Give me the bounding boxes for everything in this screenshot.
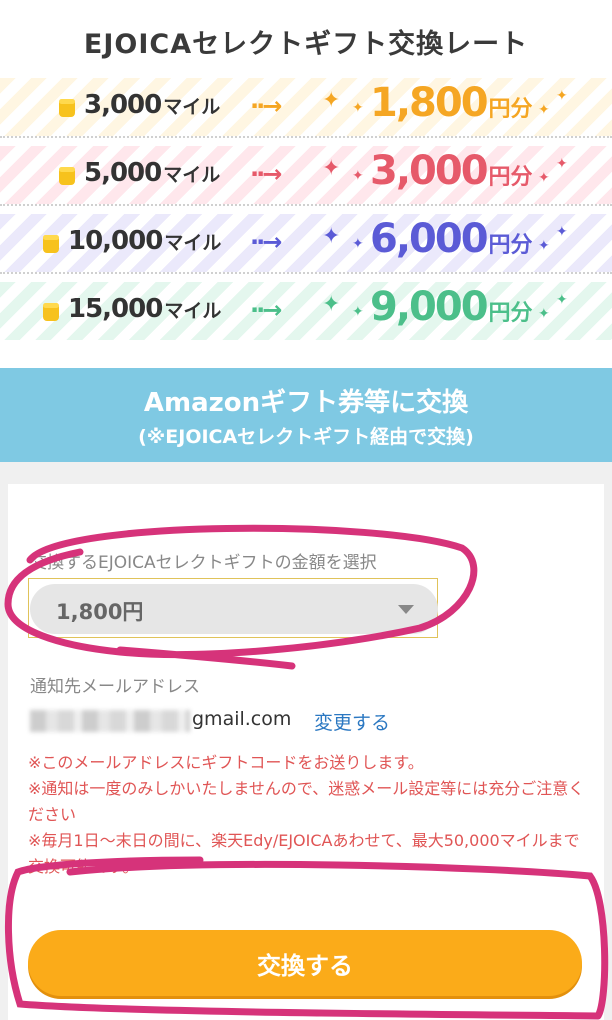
amount-select-value: 1,800円 xyxy=(56,600,144,624)
sparkle-icon: ✦ xyxy=(538,170,550,186)
sparkle-icon: ✦ xyxy=(538,238,550,254)
sparkle-icon: ✦ xyxy=(322,224,341,249)
sparkle-icon: ✦ xyxy=(538,102,550,118)
note-text: ※毎月1日〜末日の間に、楽天Edy/EJOICAあわせて、最大50,000マイル… xyxy=(28,831,580,876)
note-text: ※このメールアドレスにギフトコードをお送りします。 xyxy=(28,753,424,772)
yen-amount: 3,000円分 xyxy=(370,148,533,194)
amazon-exchange-banner: Amazonギフト券等に交換 (※EJOICAセレクトギフト経由で交換) xyxy=(0,368,612,462)
change-email-link[interactable]: 変更する xyxy=(314,708,390,735)
arrow-right-icon: ··→ xyxy=(250,92,282,120)
amazon-title: Amazonギフト券等に交換 xyxy=(143,388,469,418)
exchange-form-card: 交換するEJOICAセレクトギフトの金額を選択 1,800円 通知先メールアドレ… xyxy=(8,484,604,1020)
sparkle-icon: ✦ xyxy=(352,168,364,184)
arrow-right-icon: ··→ xyxy=(250,160,282,188)
rate-section: EJOICAセレクトギフト交換レート 3,000 マイル ··→ ✦ ✦ 1,80… xyxy=(0,0,612,368)
chevron-down-icon xyxy=(398,605,414,614)
rate-row: 15,000 マイル ··→ ✦ ✦ 9,000円分 ✦ ✦ xyxy=(0,282,612,340)
sparkle-icon: ✦ xyxy=(556,224,568,240)
coin-icon xyxy=(59,99,75,117)
sparkle-icon: ✦ xyxy=(352,304,364,320)
rate-row: 3,000 マイル ··→ ✦ ✦ 1,800円分 ✦ ✦ xyxy=(0,78,612,138)
sparkle-icon: ✦ xyxy=(322,292,341,317)
yen-amount: 6,000円分 xyxy=(370,216,533,262)
notify-email-label: 通知先メールアドレス xyxy=(30,677,200,697)
rate-title: EJOICAセレクトギフト交換レート xyxy=(83,29,529,60)
sparkle-icon: ✦ xyxy=(556,292,568,308)
exchange-form-area: 交換するEJOICAセレクトギフトの金額を選択 1,800円 通知先メールアドレ… xyxy=(0,462,612,1020)
amount-select-label: 交換するEJOICAセレクトギフトの金額を選択 xyxy=(30,553,377,573)
miles-amount: 10,000 マイル xyxy=(68,226,222,256)
coin-icon xyxy=(59,167,75,185)
coin-icon xyxy=(43,303,59,321)
amazon-subtitle: (※EJOICAセレクトギフト経由で交換) xyxy=(138,426,474,448)
rate-row: 5,000 マイル ··→ ✦ ✦ 3,000円分 ✦ ✦ xyxy=(0,146,612,206)
coin-icon xyxy=(43,235,59,253)
amount-select[interactable]: 1,800円 xyxy=(30,584,438,634)
sparkle-icon: ✦ xyxy=(352,236,364,252)
sparkle-icon: ✦ xyxy=(352,100,364,116)
arrow-right-icon: ··→ xyxy=(250,228,282,256)
miles-amount: 3,000 マイル xyxy=(84,90,221,120)
email-value: gmail.com xyxy=(192,708,292,730)
sparkle-icon: ✦ xyxy=(556,156,568,172)
sparkle-icon: ✦ xyxy=(322,156,341,181)
sparkle-icon: ✦ xyxy=(538,306,550,322)
exchange-submit-button[interactable]: 交換する xyxy=(28,930,582,996)
rate-row: 10,000 マイル ··→ ✦ ✦ 6,000円分 ✦ ✦ xyxy=(0,214,612,274)
notes-list: ※このメールアドレスにギフトコードをお送りします。 ※通知は一度のみしかいたしま… xyxy=(28,750,588,880)
sparkle-icon: ✦ xyxy=(556,88,568,104)
email-redacted xyxy=(30,710,190,732)
note-text: ※通知は一度のみしかいたしませんので、迷惑メール設定等には充分ご注意ください xyxy=(28,779,585,824)
yen-amount: 9,000円分 xyxy=(370,284,533,330)
miles-amount: 5,000 マイル xyxy=(84,158,221,188)
arrow-right-icon: ··→ xyxy=(250,296,282,324)
yen-amount: 1,800円分 xyxy=(370,80,533,126)
sparkle-icon: ✦ xyxy=(322,88,341,113)
miles-amount: 15,000 マイル xyxy=(68,294,222,324)
